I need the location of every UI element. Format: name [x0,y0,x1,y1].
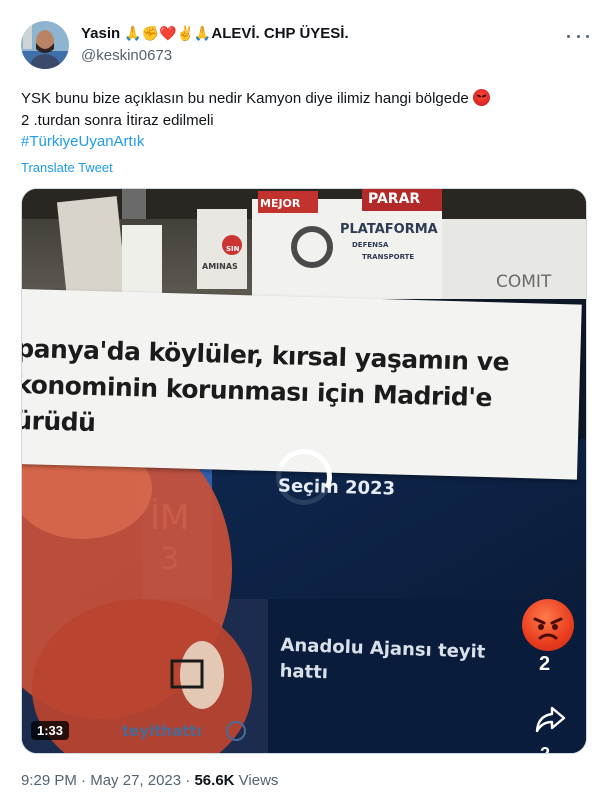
tweet-line-2: 2 .turdan sonra İtiraz edilmeli [21,112,214,129]
tweet-meta: 9:29 PM · May 27, 2023 · 56.6K Views [21,772,278,789]
reaction-count: 2 [539,653,551,675]
video-duration: 1:33 [31,721,70,740]
author-name-row[interactable]: Yasin 🙏✊❤️✌️🙏 ALEVİ. CHP ÜYESİ. [81,25,349,42]
author-handle[interactable]: @keskin0673 [81,47,172,64]
meta-separator: · [185,772,191,789]
share-count: 2 [540,744,551,754]
banner-text: panya'da köylüler, kırsal yaşamın ve kon… [22,331,510,453]
more-options-icon[interactable] [567,29,589,43]
poster-aminas: AMINAS [202,262,238,271]
poster-transporte: TRANSPORTE [362,253,414,261]
poster-parar: PARAR [368,191,420,207]
watermark-text: teyithattı [122,722,202,740]
tweet-text: YSK bunu bize açıklasın bu nedir Kamyon … [21,88,581,132]
video-player[interactable]: MEJOR PARAR PLATAFORMA DEFENSA TRANSPORT… [21,188,587,754]
poster-plataforma: PLATAFORMA [340,222,438,237]
poster-mejor: MEJOR [260,197,301,210]
views-count: 56.6K [194,772,235,789]
agency-text: Anadolu Ajansı teyit hattı [279,634,486,684]
angry-reaction-icon[interactable] [522,599,574,651]
angry-face-icon [533,617,563,640]
tweet-line-1-text: YSK bunu bize açıklasın bu nedir Kamyon … [21,90,469,107]
tweet-date[interactable]: May 27, 2023 [90,772,181,789]
author-name-suffix[interactable]: ALEVİ. CHP ÜYESİ. [211,25,348,42]
poster-comit: COMIT [496,272,552,292]
translate-tweet-link[interactable]: Translate Tweet [21,160,113,175]
dot [586,34,589,38]
angry-face-emoji-icon [472,89,490,106]
poster-defensa: DEFENSA [352,241,389,249]
avatar-image [21,21,69,69]
poster-sin: SIN [226,245,240,253]
dot [576,34,580,38]
views-label: Views [238,772,279,789]
tweet-line-1: YSK bunu bize açıklasın bu nedir Kamyon … [21,88,581,110]
share-arrow-icon[interactable] [534,703,566,735]
meta-separator: · [81,772,87,789]
name-emojis: 🙏✊❤️✌️🙏 [124,25,212,41]
avatar[interactable] [21,21,69,69]
share-arrow-svg [535,706,566,733]
tweet-time[interactable]: 9:29 PM [21,772,77,789]
dot [567,34,570,38]
author-name[interactable]: Yasin [81,25,120,42]
hashtag-link[interactable]: #TürkiyeUyanArtık [21,133,144,150]
